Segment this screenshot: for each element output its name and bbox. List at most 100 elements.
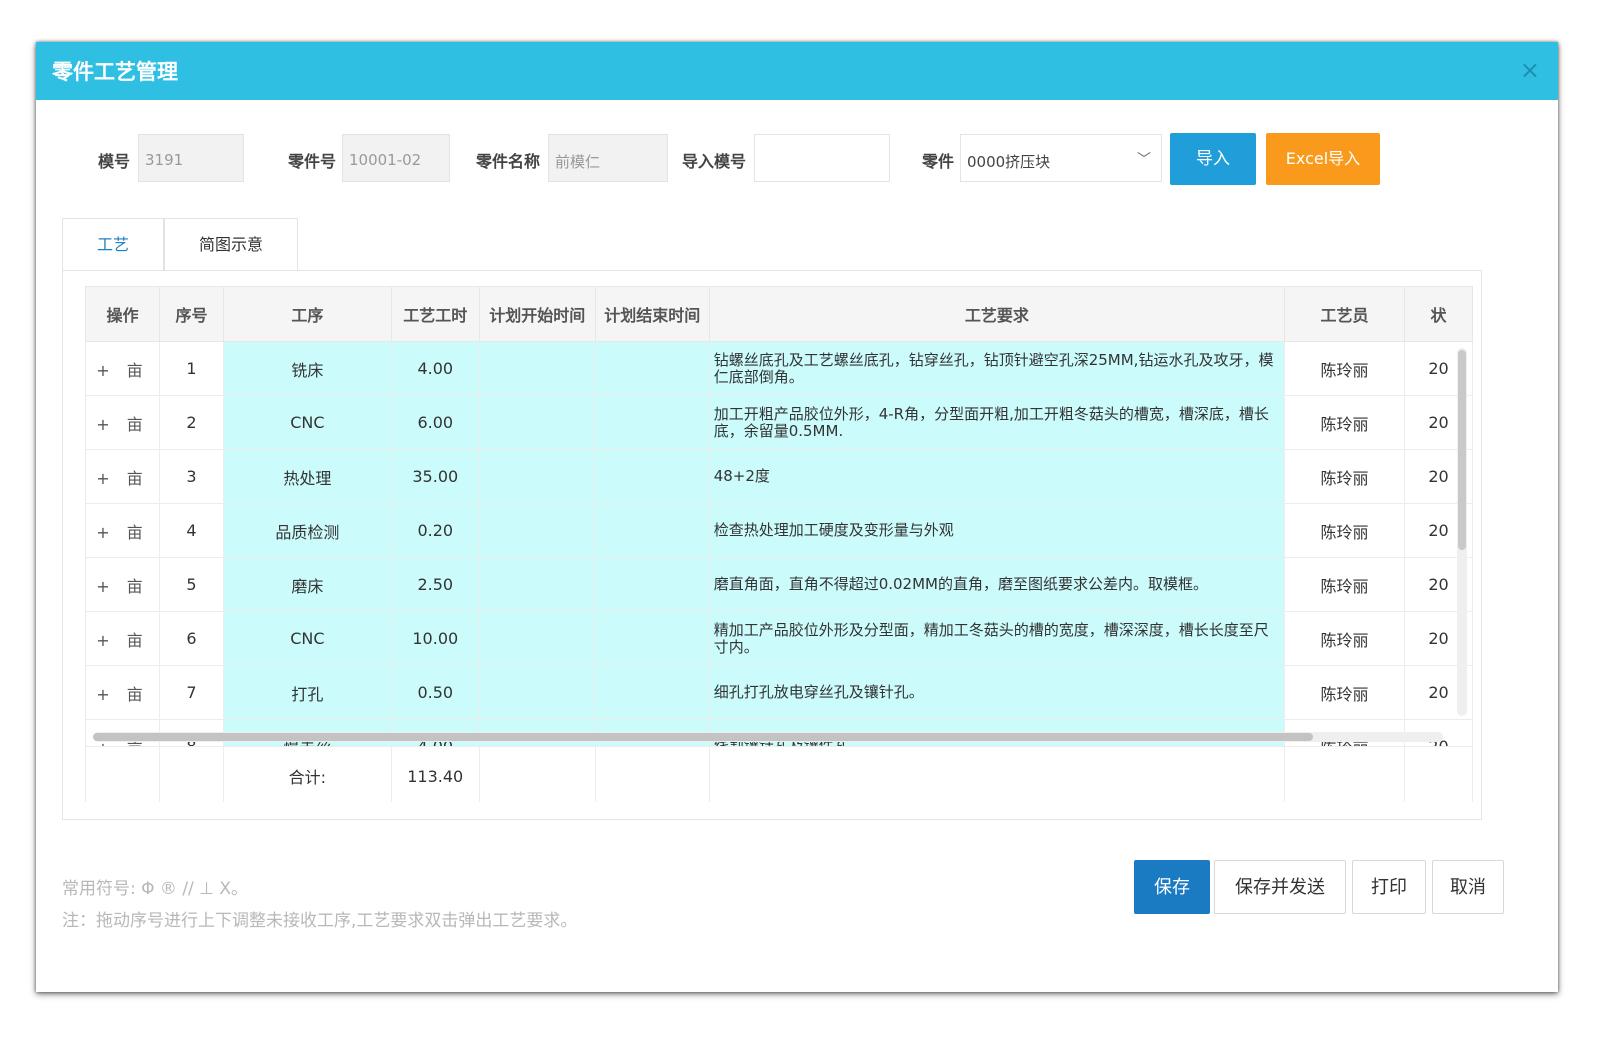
table-row[interactable]: + 亩 1 铣床 4.00 钻螺丝底孔及工艺螺丝底孔，钻穿丝孔，钻顶针避空孔深2… xyxy=(85,341,1473,396)
row-start[interactable] xyxy=(478,449,596,504)
row-start[interactable] xyxy=(478,611,596,666)
row-process[interactable]: CNC xyxy=(222,395,392,450)
table-row[interactable]: + 亩 5 磨床 2.50 磨直角面，直角不得超过0.02MM的直角，磨至图纸要… xyxy=(85,557,1473,612)
row-requirement[interactable]: 钻螺丝底孔及工艺螺丝底孔，钻穿丝孔，钻顶针避空孔深25MM,钻运水孔及攻牙，模仁… xyxy=(708,341,1286,396)
part-select-value: 0000挤压块 xyxy=(967,153,1051,171)
row-op-icons[interactable]: + 亩 xyxy=(85,395,160,450)
row-op-icons[interactable]: + 亩 xyxy=(85,341,160,396)
vertical-scroll-thumb[interactable] xyxy=(1458,350,1466,550)
col-header-process: 工序 xyxy=(222,286,392,342)
col-header-end: 计划结束时间 xyxy=(594,286,710,342)
row-seq[interactable]: 4 xyxy=(158,503,224,558)
row-hours[interactable]: 10.00 xyxy=(390,611,480,666)
excel-import-button[interactable]: Excel导入 xyxy=(1266,133,1380,185)
row-op-icons[interactable]: + 亩 xyxy=(85,611,160,666)
col-header-requirement: 工艺要求 xyxy=(708,286,1286,342)
horizontal-scrollbar[interactable] xyxy=(93,732,1443,742)
part-name-label: 零件名称 xyxy=(476,152,541,171)
tab-bar: 工艺 简图示意 xyxy=(62,218,1482,271)
row-seq[interactable]: 2 xyxy=(158,395,224,450)
row-requirement[interactable]: 加工开粗产品胶位外形，4-R角，分型面开粗,加工开粗冬菇头的槽宽，槽深底，槽长底… xyxy=(708,395,1286,450)
row-seq[interactable]: 5 xyxy=(158,557,224,612)
col-header-status: 状 xyxy=(1403,286,1473,342)
table-row[interactable]: + 亩 6 CNC 10.00 精加工产品胶位外形及分型面，精加工冬菇头的槽的宽… xyxy=(85,611,1473,666)
total-label: 合计: xyxy=(222,746,392,802)
col-header-seq: 序号 xyxy=(158,286,224,342)
total-row: 合计: 113.40 xyxy=(85,746,1473,802)
row-seq[interactable]: 7 xyxy=(158,665,224,720)
tab-sketch[interactable]: 简图示意 xyxy=(164,218,298,270)
part-select[interactable]: 0000挤压块 ﹀ xyxy=(960,134,1162,182)
process-management-dialog: 零件工艺管理 × 模号 3191 零件号 10001-02 零件名称 前模仁 导… xyxy=(36,42,1558,992)
row-end[interactable] xyxy=(594,503,710,558)
row-start[interactable] xyxy=(478,341,596,396)
row-staff: 陈玲丽 xyxy=(1284,503,1405,558)
tab-process[interactable]: 工艺 xyxy=(62,218,164,270)
save-button[interactable]: 保存 xyxy=(1134,860,1210,914)
row-op-icons[interactable]: + 亩 xyxy=(85,665,160,720)
row-start[interactable] xyxy=(478,395,596,450)
form-row: 模号 3191 零件号 10001-02 零件名称 前模仁 导入模号 零件 00… xyxy=(36,133,1558,186)
row-seq[interactable]: 3 xyxy=(158,449,224,504)
row-hours[interactable]: 6.00 xyxy=(390,395,480,450)
cancel-button[interactable]: 取消 xyxy=(1432,860,1504,914)
row-start[interactable] xyxy=(478,665,596,720)
row-process[interactable]: 品质检测 xyxy=(222,503,392,558)
part-no-label: 零件号 xyxy=(288,152,337,171)
row-process[interactable]: CNC xyxy=(222,611,392,666)
horizontal-scroll-thumb[interactable] xyxy=(93,733,1313,741)
row-end[interactable] xyxy=(594,341,710,396)
part-name-field: 前模仁 xyxy=(548,134,668,182)
row-staff: 陈玲丽 xyxy=(1284,341,1405,396)
process-tab-panel: 操作 序号 工序 工艺工时 计划开始时间 计划结束时间 工艺要求 工艺员 状 +… xyxy=(62,270,1482,820)
row-requirement[interactable]: 48+2度 xyxy=(708,449,1286,504)
mold-no-label: 模号 xyxy=(98,152,131,171)
row-start[interactable] xyxy=(478,503,596,558)
row-seq[interactable]: 1 xyxy=(158,341,224,396)
row-seq[interactable]: 6 xyxy=(158,611,224,666)
import-mold-input[interactable] xyxy=(754,134,890,182)
col-header-start: 计划开始时间 xyxy=(478,286,596,342)
col-header-ops: 操作 xyxy=(85,286,160,342)
row-end[interactable] xyxy=(594,665,710,720)
table-row[interactable]: + 亩 3 热处理 35.00 48+2度 陈玲丽 20 xyxy=(85,449,1473,504)
row-requirement[interactable]: 检查热处理加工硬度及变形量与外观 xyxy=(708,503,1286,558)
row-start[interactable] xyxy=(478,557,596,612)
row-process[interactable]: 打孔 xyxy=(222,665,392,720)
import-button[interactable]: 导入 xyxy=(1170,133,1256,185)
row-requirement[interactable]: 细孔打孔放电穿丝孔及镶针孔。 xyxy=(708,665,1286,720)
row-staff: 陈玲丽 xyxy=(1284,665,1405,720)
row-staff: 陈玲丽 xyxy=(1284,395,1405,450)
row-hours[interactable]: 35.00 xyxy=(390,449,480,504)
row-hours[interactable]: 2.50 xyxy=(390,557,480,612)
row-staff: 陈玲丽 xyxy=(1284,557,1405,612)
row-op-icons[interactable]: + 亩 xyxy=(85,503,160,558)
table-row[interactable]: + 亩 4 品质检测 0.20 检查热处理加工硬度及变形量与外观 陈玲丽 20 xyxy=(85,503,1473,558)
row-end[interactable] xyxy=(594,611,710,666)
process-table: 操作 序号 工序 工艺工时 计划开始时间 计划结束时间 工艺要求 工艺员 状 +… xyxy=(85,286,1473,774)
table-row[interactable]: + 亩 2 CNC 6.00 加工开粗产品胶位外形，4-R角，分型面开粗,加工开… xyxy=(85,395,1473,450)
part-no-field: 10001-02 xyxy=(342,134,450,182)
row-end[interactable] xyxy=(594,557,710,612)
print-button[interactable]: 打印 xyxy=(1352,860,1426,914)
row-process[interactable]: 热处理 xyxy=(222,449,392,504)
save-and-send-button[interactable]: 保存并发送 xyxy=(1214,860,1346,914)
symbols-hint: 常用符号: Φ ® // ⊥ X。 xyxy=(62,879,249,899)
row-end[interactable] xyxy=(594,449,710,504)
row-op-icons[interactable]: + 亩 xyxy=(85,557,160,612)
table-row[interactable]: + 亩 7 打孔 0.50 细孔打孔放电穿丝孔及镶针孔。 陈玲丽 20 xyxy=(85,665,1473,720)
row-process[interactable]: 铣床 xyxy=(222,341,392,396)
row-requirement[interactable]: 磨直角面，直角不得超过0.02MM的直角，磨至图纸要求公差内。取模框。 xyxy=(708,557,1286,612)
row-hours[interactable]: 4.00 xyxy=(390,341,480,396)
close-icon[interactable]: × xyxy=(1520,56,1540,84)
row-hours[interactable]: 0.50 xyxy=(390,665,480,720)
total-hours: 113.40 xyxy=(390,746,480,802)
dialog-titlebar: 零件工艺管理 × xyxy=(36,42,1558,100)
vertical-scrollbar[interactable] xyxy=(1457,348,1467,716)
row-requirement[interactable]: 精加工产品胶位外形及分型面，精加工冬菇头的槽的宽度，槽深深度，槽长长度至尺寸内。 xyxy=(708,611,1286,666)
row-hours[interactable]: 0.20 xyxy=(390,503,480,558)
row-process[interactable]: 磨床 xyxy=(222,557,392,612)
row-op-icons[interactable]: + 亩 xyxy=(85,449,160,504)
row-end[interactable] xyxy=(594,395,710,450)
chevron-down-icon: ﹀ xyxy=(1137,152,1151,168)
